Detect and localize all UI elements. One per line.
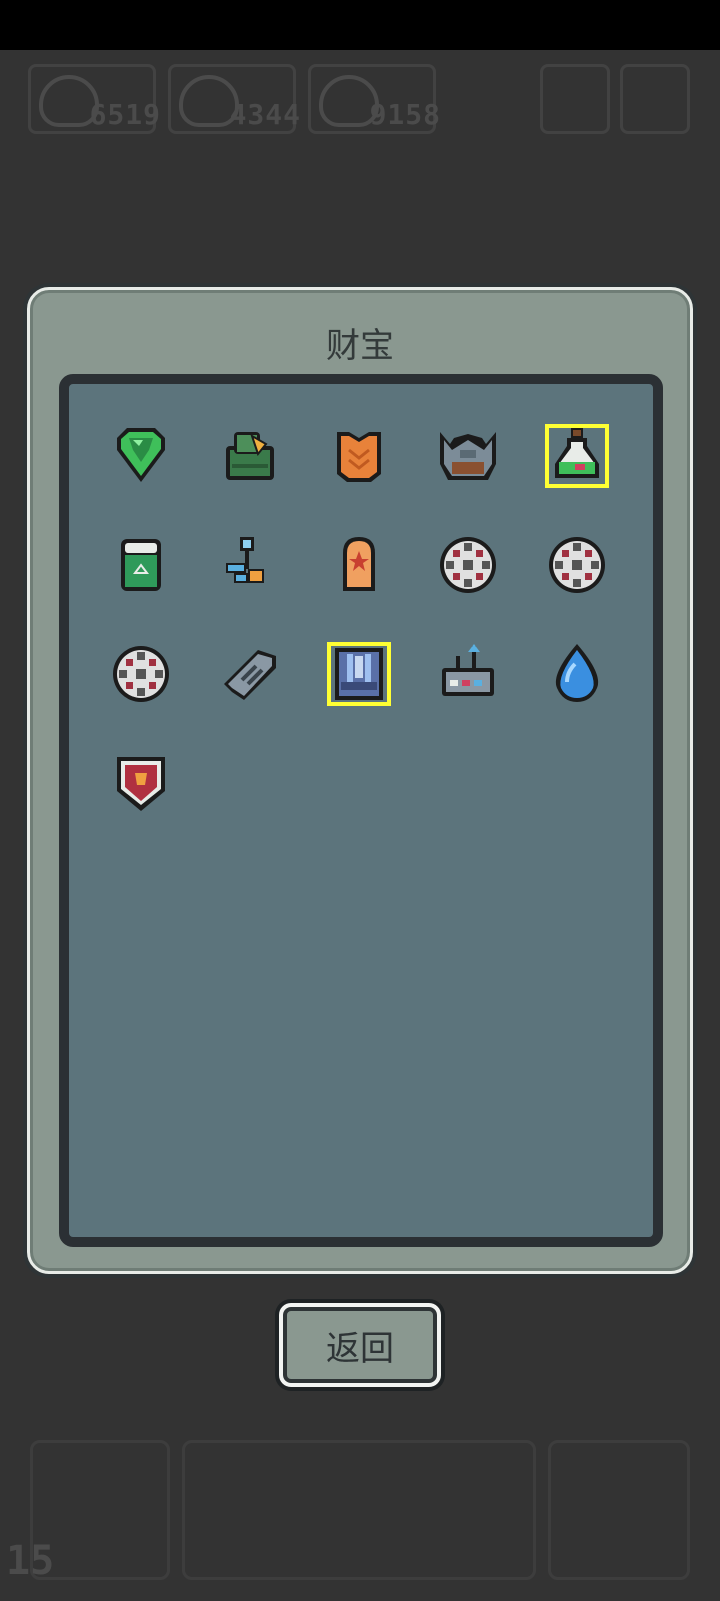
gear-wheel-icon — [113, 646, 169, 702]
treasure-slot[interactable] — [428, 634, 508, 714]
treasure-slot[interactable] — [101, 634, 181, 714]
water-drop-icon — [555, 644, 599, 702]
bottom-slot-center — [182, 1440, 536, 1580]
green-armor-icon — [226, 432, 274, 480]
potion-flask-icon — [545, 424, 609, 488]
resource-value: 6519 — [89, 98, 161, 131]
treasure-slot[interactable] — [428, 525, 508, 605]
treasure-slot[interactable] — [537, 416, 617, 496]
red-shield-icon — [117, 757, 165, 811]
treasure-slot[interactable] — [101, 743, 181, 823]
treasure-slot[interactable] — [101, 416, 181, 496]
treasure-slot[interactable] — [537, 525, 617, 605]
treasure-slot[interactable] — [428, 416, 508, 496]
player-level: 15 — [6, 1538, 55, 1584]
resource-counter-1: 6519 — [28, 64, 160, 134]
blue-armor-icon — [327, 642, 391, 706]
gear-wheel-icon — [440, 537, 496, 593]
resource-value: 9158 — [369, 98, 441, 131]
treasure-panel — [59, 374, 663, 1247]
horned-helmet-icon — [440, 432, 496, 480]
dialog-title: 财宝 — [326, 326, 394, 366]
trash-bin-icon — [121, 539, 161, 591]
antenna-device-icon — [442, 644, 494, 696]
menu-button-2 — [620, 64, 690, 134]
treasure-slot[interactable] — [210, 634, 290, 714]
gear-wheel-icon — [549, 537, 605, 593]
orange-vest-icon — [337, 432, 381, 482]
chain-link-icon — [224, 650, 276, 700]
treasure-slot[interactable] — [210, 416, 290, 496]
blue-key-icon — [226, 537, 264, 583]
treasure-slot[interactable] — [319, 634, 399, 714]
treasure-slot[interactable] — [210, 525, 290, 605]
back-button[interactable]: 返回 — [279, 1303, 441, 1387]
orange-tombstone-icon — [343, 537, 375, 591]
treasure-slot[interactable] — [537, 634, 617, 714]
bottom-slot-right — [548, 1440, 690, 1580]
treasure-slot[interactable] — [101, 525, 181, 605]
resource-value: 4344 — [229, 98, 301, 131]
resource-counter-2: 4344 — [168, 64, 300, 134]
treasure-slot[interactable] — [319, 525, 399, 605]
treasure-slot[interactable] — [319, 416, 399, 496]
green-gem-icon — [117, 428, 165, 482]
treasure-dialog: 财宝 — [27, 287, 693, 1274]
menu-button-1 — [540, 64, 610, 134]
resource-counter-3: 9158 — [308, 64, 440, 134]
